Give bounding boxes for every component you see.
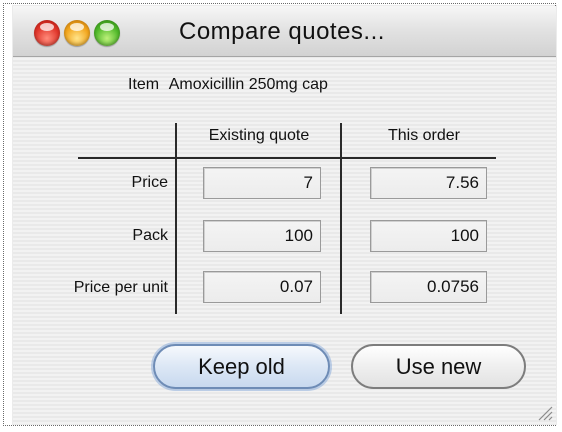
item-label: Item [128,76,160,93]
close-icon[interactable] [34,20,60,46]
unit-price-order-field[interactable]: 0.0756 [370,271,487,303]
price-existing-field[interactable]: 7 [203,167,321,199]
column-divider-1 [175,123,177,314]
item-row: Item Amoxicillin 250mg cap [128,76,328,94]
resize-grip-icon[interactable] [535,403,553,421]
column-header-existing-quote: Existing quote [208,127,310,144]
item-value: Amoxicillin 250mg cap [168,76,328,93]
window-title: Compare quotes... [179,18,385,45]
pack-order-field[interactable]: 100 [370,220,487,252]
column-divider-2 [340,123,342,314]
header-divider [78,157,496,159]
zoom-icon[interactable] [94,20,120,46]
pack-existing-field[interactable]: 100 [203,220,321,252]
row-label-price-per-unit: Price per unit [73,279,168,296]
minimize-icon[interactable] [64,20,90,46]
compare-quotes-window: Compare quotes... Item Amoxicillin 250mg… [13,6,556,424]
row-label-pack: Pack [132,227,168,244]
row-label-price: Price [131,174,168,191]
use-new-button[interactable]: Use new [351,344,526,389]
price-order-field[interactable]: 7.56 [370,167,487,199]
unit-price-existing-field[interactable]: 0.07 [203,271,321,303]
title-bar[interactable]: Compare quotes... [13,6,556,57]
column-header-this-order: This order [387,127,461,144]
keep-old-button[interactable]: Keep old [153,344,330,389]
